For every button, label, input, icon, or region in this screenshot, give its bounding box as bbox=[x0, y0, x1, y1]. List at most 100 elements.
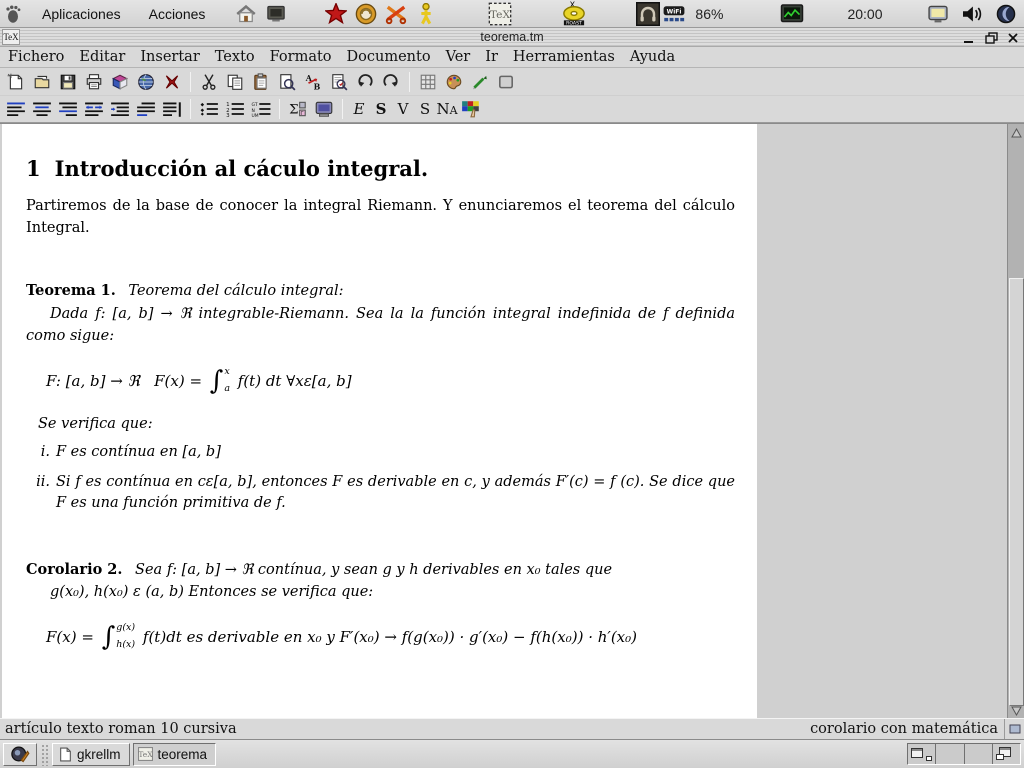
menu-editar[interactable]: Editar bbox=[79, 49, 125, 65]
redo-icon[interactable] bbox=[379, 70, 403, 94]
undo-icon[interactable] bbox=[353, 70, 377, 94]
web-icon[interactable] bbox=[134, 70, 158, 94]
workspace-1[interactable] bbox=[908, 744, 936, 764]
screenshot-applet-icon[interactable] bbox=[3, 743, 37, 766]
export-icon[interactable] bbox=[108, 70, 132, 94]
session-icon[interactable] bbox=[312, 97, 336, 121]
name-button[interactable]: Na bbox=[437, 97, 457, 121]
window-titlebar[interactable]: TeX teorema.tm bbox=[0, 28, 1024, 47]
workspace-4[interactable] bbox=[993, 744, 1020, 764]
headphones-icon[interactable] bbox=[635, 1, 661, 27]
workspace-switcher bbox=[907, 743, 1021, 765]
item-text: Si f es contínua en cε[a, b], entonces F… bbox=[56, 472, 735, 516]
cut-icon[interactable] bbox=[197, 70, 221, 94]
menu-formato[interactable]: Formato bbox=[270, 49, 332, 65]
emphasize-button[interactable]: E bbox=[349, 97, 369, 121]
gnome-foot-icon[interactable] bbox=[0, 1, 26, 27]
menu-ayuda[interactable]: Ayuda bbox=[630, 49, 675, 65]
find-icon[interactable] bbox=[275, 70, 299, 94]
new-document-icon[interactable] bbox=[4, 70, 28, 94]
tasklist-drag-handle[interactable] bbox=[40, 743, 49, 766]
svg-text:GT: GT bbox=[252, 102, 258, 108]
paste-icon[interactable] bbox=[249, 70, 273, 94]
corolario-intro2: g(x₀), h(x₀) ε (a, b) Entonces se verifi… bbox=[26, 582, 735, 604]
section-title: Introducción al cáculo integral. bbox=[55, 156, 429, 181]
terminal-icon[interactable] bbox=[263, 1, 289, 27]
taskbar-button-teorema[interactable]: TeX teorema bbox=[133, 743, 217, 766]
clock[interactable]: 20:00 bbox=[847, 6, 882, 22]
person-icon[interactable] bbox=[413, 1, 439, 27]
menu-documento[interactable]: Documento bbox=[347, 49, 431, 65]
vertical-scrollbar[interactable] bbox=[1007, 124, 1024, 719]
wifi-icon[interactable]: WiFi bbox=[661, 1, 687, 27]
scroll-down-arrow-icon[interactable] bbox=[1008, 702, 1024, 719]
close-button[interactable] bbox=[1006, 31, 1020, 45]
section-heading: 1 Introducción al cáculo integral. bbox=[26, 156, 735, 181]
menu-ver[interactable]: Ver bbox=[446, 49, 471, 65]
close-document-icon[interactable] bbox=[160, 70, 184, 94]
sample-button[interactable]: S bbox=[415, 97, 435, 121]
paragraph-margins-icon[interactable] bbox=[160, 97, 184, 121]
menu-insertar[interactable]: Insertar bbox=[140, 49, 199, 65]
color-chooser-icon[interactable] bbox=[459, 97, 483, 121]
corolario-label: Corolario 2. bbox=[26, 561, 122, 578]
verbatim-button[interactable]: V bbox=[393, 97, 413, 121]
workspace-2[interactable] bbox=[936, 744, 964, 764]
save-icon[interactable] bbox=[56, 70, 80, 94]
tex-icon[interactable]: TeX bbox=[487, 1, 513, 27]
description-icon[interactable]: GTNUM bbox=[249, 97, 273, 121]
system-monitor-icon[interactable] bbox=[779, 1, 805, 27]
replace-icon[interactable]: AB bbox=[301, 70, 325, 94]
svg-text:ROAST: ROAST bbox=[567, 20, 583, 26]
paragraph-left-icon[interactable] bbox=[4, 97, 28, 121]
home-icon[interactable] bbox=[233, 1, 259, 27]
workspace-3[interactable] bbox=[965, 744, 993, 764]
integral-sign: ∫ g(x) h(x) bbox=[102, 624, 135, 650]
svg-text:TeX: TeX bbox=[138, 750, 153, 759]
indent-first-icon[interactable] bbox=[134, 97, 158, 121]
math-input-icon[interactable]: ΣΓ bbox=[286, 97, 310, 121]
svg-text:3: 3 bbox=[226, 113, 230, 117]
item-marker: i. bbox=[26, 442, 50, 464]
document-page[interactable]: 1 Introducción al cáculo integral. Parti… bbox=[2, 124, 757, 719]
open-document-icon[interactable] bbox=[30, 70, 54, 94]
item-text: F es contínua en [a, b] bbox=[56, 442, 735, 464]
paragraph-justify-icon[interactable] bbox=[82, 97, 106, 121]
color-palette-icon[interactable] bbox=[442, 70, 466, 94]
orb-icon[interactable] bbox=[353, 1, 379, 27]
table-icon[interactable] bbox=[416, 70, 440, 94]
applications-menu[interactable]: Aplicaciones bbox=[30, 0, 133, 28]
paragraph-center-icon[interactable] bbox=[30, 97, 54, 121]
copy-icon[interactable] bbox=[223, 70, 247, 94]
texmacs-window-icon: TeX bbox=[138, 746, 154, 762]
menu-herramientas[interactable]: Herramientas bbox=[513, 49, 615, 65]
screensaver-icon[interactable] bbox=[993, 1, 1019, 27]
volume-icon[interactable] bbox=[959, 1, 985, 27]
scrollbar-thumb[interactable] bbox=[1009, 278, 1024, 706]
strong-button[interactable]: S bbox=[371, 97, 391, 121]
main-toolbar: AB bbox=[0, 68, 1024, 96]
menu-texto[interactable]: Texto bbox=[215, 49, 255, 65]
indent-right-icon[interactable] bbox=[108, 97, 132, 121]
minimize-button[interactable] bbox=[962, 31, 976, 45]
cd-roast-icon[interactable]: XROAST bbox=[561, 1, 587, 27]
scissors-icon[interactable] bbox=[383, 1, 409, 27]
taskbar-button-gkrellm[interactable]: gkrellm bbox=[52, 743, 130, 766]
maximize-button[interactable] bbox=[984, 31, 998, 45]
enumerate-icon[interactable]: 123 bbox=[223, 97, 247, 121]
menu-fichero[interactable]: Fichero bbox=[8, 49, 64, 65]
itemize-icon[interactable] bbox=[197, 97, 221, 121]
star-icon[interactable] bbox=[323, 1, 349, 27]
integral-icon: ∫ bbox=[102, 624, 116, 650]
actions-menu[interactable]: Acciones bbox=[137, 0, 218, 28]
display-settings-icon[interactable] bbox=[925, 1, 951, 27]
menu-ir[interactable]: Ir bbox=[485, 49, 498, 65]
print-icon[interactable] bbox=[82, 70, 106, 94]
scroll-up-arrow-icon[interactable] bbox=[1008, 124, 1024, 141]
frame-icon[interactable] bbox=[494, 70, 518, 94]
battery-percentage: 86% bbox=[695, 6, 723, 22]
draw-icon[interactable] bbox=[468, 70, 492, 94]
spell-check-icon[interactable] bbox=[327, 70, 351, 94]
status-corner-widget[interactable] bbox=[1004, 719, 1024, 739]
paragraph-right-icon[interactable] bbox=[56, 97, 80, 121]
